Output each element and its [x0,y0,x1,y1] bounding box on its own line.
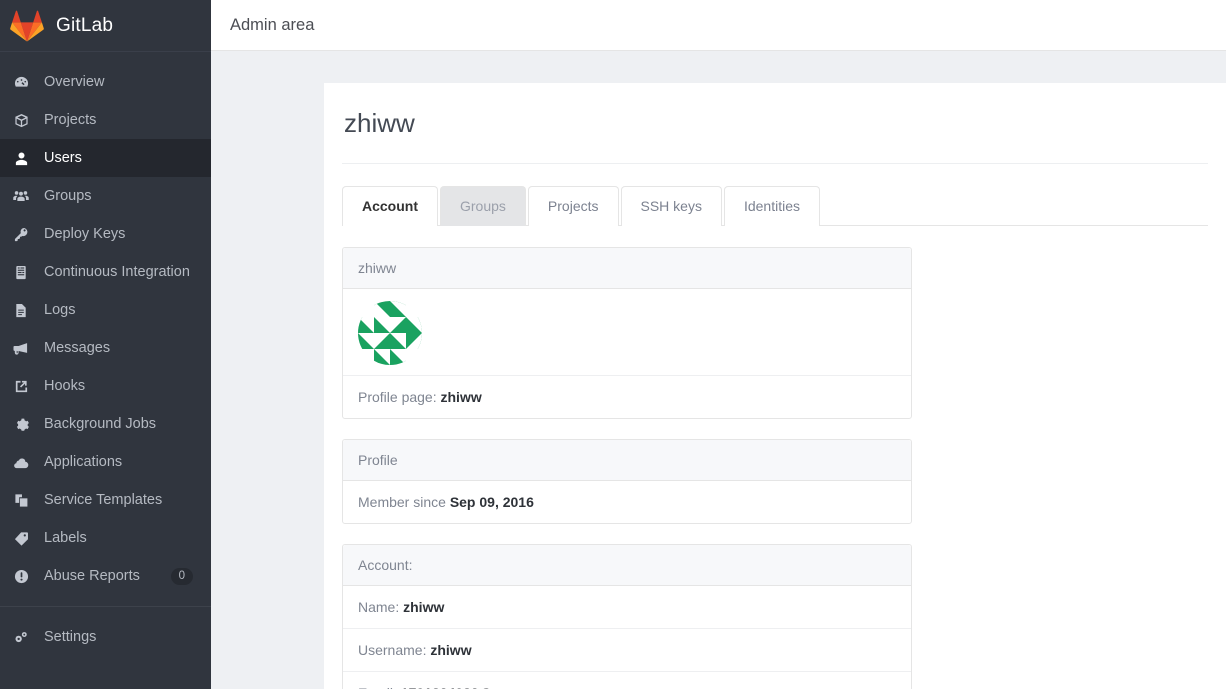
content-background: zhiww Account Groups Projects SSH keys I… [211,51,1226,689]
external-link-icon [10,379,32,394]
user-detail-card: zhiww Account Groups Projects SSH keys I… [324,83,1226,689]
key-icon [10,227,32,242]
identicon-avatar [358,301,422,365]
account-name-row: Name: zhiww [343,586,911,629]
sidebar-item-service-templates[interactable]: Service Templates [0,481,211,519]
exclamation-circle-icon [10,569,32,584]
sidebar-item-label: Users [44,150,82,166]
account-box: Account: Name: zhiww Username: zhiww Ema… [342,544,912,689]
brand-name: GitLab [56,14,114,36]
sidebar-item-labels[interactable]: Labels 0 [0,519,211,557]
user-summary-header: zhiww [343,248,911,289]
member-since-row: Member since Sep 09, 2016 [343,481,911,523]
user-icon [10,151,32,166]
cogs-icon [10,630,32,645]
member-since-label: Member since [358,494,446,510]
sidebar-item-continuous-integration[interactable]: Continuous Integration [0,253,211,291]
sidebar: GitLab Overview Projects Users Groups De… [0,0,211,689]
sidebar-item-messages[interactable]: Messages [0,329,211,367]
main-region: Admin area zhiww Account Groups Projects… [211,0,1226,689]
sidebar-item-applications[interactable]: Applications [0,443,211,481]
profile-box: Profile Member since Sep 09, 2016 [342,439,912,524]
gitlab-admin-page: GitLab Overview Projects Users Groups De… [0,0,1226,689]
sidebar-item-label: Messages [44,340,111,356]
sidebar-item-label: Applications [44,454,123,470]
cloud-icon [10,455,32,470]
sidebar-item-groups[interactable]: Groups [0,177,211,215]
sidebar-item-label: Hooks [44,378,86,394]
sidebar-item-label: Abuse Reports [44,568,140,584]
sidebar-item-label: Continuous Integration [44,264,190,280]
profile-page-label: Profile page: [358,389,437,405]
profile-page-row: Profile page: zhiww [343,376,911,418]
sidebar-item-deploy-keys[interactable]: Deploy Keys [0,215,211,253]
sidebar-item-label: Deploy Keys [44,226,126,242]
cube-icon [10,113,32,128]
sidebar-item-label: Overview [44,74,105,90]
sidebar-item-label: Service Templates [44,492,163,508]
sidebar-item-label: Background Jobs [44,416,157,432]
member-since-value: Sep 09, 2016 [449,494,534,510]
brand-header[interactable]: GitLab [0,0,211,52]
tag-icon [10,531,32,546]
tab-account[interactable]: Account [342,186,438,227]
profile-box-header: Profile [343,440,911,481]
gear-icon [10,417,32,432]
sidebar-item-abuse-reports[interactable]: Abuse Reports 0 [0,557,211,595]
sidebar-item-overview[interactable]: Overview [0,63,211,101]
megaphone-icon [10,341,32,356]
group-icon [10,189,32,204]
file-text-icon [10,303,32,318]
sidebar-item-background-jobs[interactable]: Background Jobs [0,405,211,443]
sidebar-item-settings[interactable]: Settings [0,618,211,656]
sidebar-item-logs[interactable]: Logs [0,291,211,329]
user-summary-box: zhiww Profile page: zhiww [342,247,912,419]
account-email-row: Email: 1791824082@qq.com [343,672,911,689]
account-username-row: Username: zhiww [343,629,911,672]
breadcrumb: Admin area [230,15,315,34]
abuse-reports-count-badge: 0 [170,567,193,585]
tab-projects[interactable]: Projects [527,186,619,226]
email-value[interactable]: 1791824082@qq.com [401,685,542,689]
sidebar-item-hooks[interactable]: Hooks [0,367,211,405]
tab-identities[interactable]: Identities [723,186,821,226]
sidebar-item-label: Labels [44,530,87,546]
dashboard-icon [10,75,32,90]
gitlab-tanuki-icon [10,10,44,42]
sidebar-item-users[interactable]: Users [0,139,211,177]
name-value: zhiww [403,599,445,615]
copy-icon [10,493,32,508]
ci-icon [10,265,32,280]
name-label: Name: [358,599,400,615]
tab-ssh-keys[interactable]: SSH keys [620,186,722,226]
sidebar-item-label: Settings [44,629,97,645]
avatar-row [343,289,911,376]
top-navigation-bar: Admin area [211,0,1226,51]
sidebar-nav: Overview Projects Users Groups Deploy Ke… [0,52,211,689]
panels-row: zhiww Account Groups Projects SSH keys I… [324,83,1226,689]
tab-groups[interactable]: Groups [440,186,526,226]
username-value: zhiww [430,642,472,658]
user-tabs: Account Groups Projects SSH keys Identit… [342,164,1208,227]
sidebar-item-projects[interactable]: Projects [0,101,211,139]
sidebar-divider [0,606,211,607]
sidebar-item-label: Groups [44,188,92,204]
account-box-header: Account: [343,545,911,586]
email-label: Email: [358,685,397,689]
page-title: zhiww [342,83,1208,164]
profile-page-value[interactable]: zhiww [441,389,482,405]
username-label: Username: [358,642,427,658]
account-info-boxes: zhiww Profile page: zhiww Profile Member… [342,226,912,689]
sidebar-item-label: Projects [44,112,97,128]
sidebar-item-label: Logs [44,302,76,318]
